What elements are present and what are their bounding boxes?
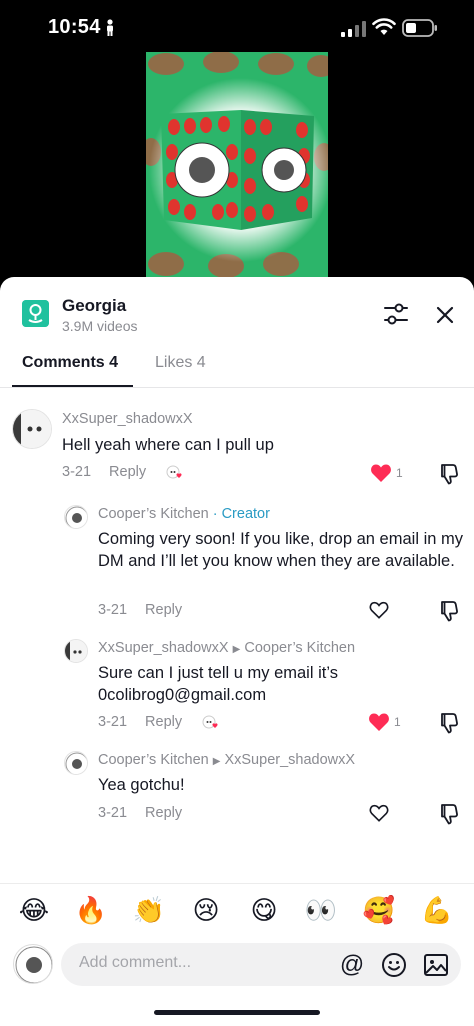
dislike-icon[interactable] xyxy=(438,803,458,825)
comment-text: Yea gotchu! xyxy=(98,776,185,794)
reply-button[interactable]: Reply xyxy=(145,602,182,618)
emoji-muscle[interactable]: 💪 xyxy=(420,896,454,926)
comment-date: 3-21 xyxy=(62,464,92,480)
battery-icon xyxy=(402,19,437,37)
filter-icon[interactable] xyxy=(383,302,409,326)
creator-badge: · Creator xyxy=(208,506,270,522)
reply-arrow-icon: ▶ xyxy=(212,756,221,767)
comment-input[interactable] xyxy=(79,954,329,972)
emoji-fire[interactable]: 🔥 xyxy=(74,896,108,926)
emoji-laughing[interactable]: 😂 xyxy=(17,896,51,926)
status-bar: 10:54 xyxy=(0,0,474,52)
reply-author[interactable]: XxSuper_shadowxX xyxy=(98,640,229,656)
strawberry-box-image xyxy=(146,52,328,277)
like-heart-outline-icon[interactable] xyxy=(369,803,389,823)
avatar[interactable] xyxy=(64,639,88,663)
tab-likes[interactable]: Likes 4 xyxy=(155,354,206,372)
reply-button[interactable]: Reply xyxy=(145,714,182,730)
like-heart-icon[interactable] xyxy=(368,712,390,732)
like-count: 1 xyxy=(396,466,403,480)
comment-date: 3-21 xyxy=(98,714,128,730)
like-heart-icon[interactable] xyxy=(370,463,392,483)
reply-button[interactable]: Reply xyxy=(145,805,182,821)
reply-arrow-icon: ▶ xyxy=(232,644,241,655)
location-pin-icon xyxy=(22,300,49,327)
emoji-clap[interactable]: 👏 xyxy=(132,896,166,926)
comment-username[interactable]: XxSuper_shadowxX ▶ Cooper’s Kitchen xyxy=(98,640,355,656)
dislike-icon[interactable] xyxy=(438,463,458,485)
reply-target[interactable]: Cooper’s Kitchen xyxy=(244,640,355,656)
like-count: 1 xyxy=(394,715,401,729)
emoji-yum[interactable]: 😋 xyxy=(247,896,281,926)
status-time: 10:54 xyxy=(48,16,101,38)
image-upload-icon[interactable] xyxy=(423,952,449,978)
comment-username[interactable]: XxSuper_shadowxX xyxy=(62,411,193,427)
comment-date: 3-21 xyxy=(98,805,128,821)
location-title: Georgia xyxy=(62,296,127,315)
signal-icon xyxy=(341,21,366,37)
comment-text: Coming very soon! If you like, drop an e… xyxy=(98,530,463,570)
emoji-picker-icon[interactable] xyxy=(381,952,407,978)
video-player[interactable] xyxy=(0,52,474,277)
home-indicator[interactable] xyxy=(154,1010,320,1015)
like-heart-outline-icon[interactable] xyxy=(369,600,389,620)
creator-liked-icon xyxy=(166,465,182,479)
comment-input-pill[interactable]: @ xyxy=(61,943,461,986)
comment-item: XxSuper_shadowxX Hell yeah where can I p… xyxy=(0,405,474,495)
emoji-heart-face[interactable]: 🥰 xyxy=(362,896,396,926)
comment-composer: @ xyxy=(0,941,474,991)
comment-item: Cooper’s Kitchen · Creator Coming very s… xyxy=(0,501,474,622)
video-thumbnail[interactable] xyxy=(146,52,328,277)
tab-comments[interactable]: Comments 4 xyxy=(22,354,118,372)
comment-meta: 3-21 Reply xyxy=(98,805,182,821)
comments-sheet: Georgia 3.9M videos Comments 4 Likes 4 X… xyxy=(0,277,474,1026)
avatar[interactable] xyxy=(64,505,88,529)
wifi-icon xyxy=(372,18,396,35)
comment-date: 3-21 xyxy=(98,602,128,618)
creator-liked-icon xyxy=(202,715,218,729)
emoji-eyes[interactable]: 👀 xyxy=(304,896,338,926)
location-video-count: 3.9M videos xyxy=(62,318,138,334)
comment-username[interactable]: Cooper’s Kitchen · Creator xyxy=(98,506,270,522)
dislike-icon[interactable] xyxy=(438,712,458,734)
comment-meta: 3-21 Reply xyxy=(62,464,146,480)
reply-button[interactable]: Reply xyxy=(109,464,146,480)
reply-target[interactable]: XxSuper_shadowxX xyxy=(224,752,355,768)
person-icon xyxy=(107,19,113,36)
close-icon[interactable] xyxy=(434,304,456,326)
emoji-quick-bar: 😂 🔥 👏 😢 😋 👀 🥰 💪 xyxy=(0,883,474,941)
comment-meta: 3-21 Reply xyxy=(98,714,182,730)
comment-meta: 3-21 Reply xyxy=(98,602,182,618)
mention-icon[interactable]: @ xyxy=(339,952,365,978)
emoji-crying[interactable]: 😢 xyxy=(189,896,223,926)
comment-username[interactable]: Cooper’s Kitchen ▶ XxSuper_shadowxX xyxy=(98,752,355,768)
location-header[interactable]: Georgia 3.9M videos xyxy=(0,277,474,347)
tab-bar: Comments 4 Likes 4 xyxy=(0,347,474,388)
avatar[interactable] xyxy=(64,751,88,775)
comment-item: XxSuper_shadowxX ▶ Cooper’s Kitchen Sure… xyxy=(0,635,474,735)
avatar[interactable] xyxy=(12,409,52,449)
creator-name[interactable]: Cooper’s Kitchen xyxy=(98,506,209,522)
comment-text: Hell yeah where can I pull up xyxy=(62,436,274,454)
comment-text: Sure can I just tell u my email it’s 0co… xyxy=(98,664,338,704)
tab-active-indicator xyxy=(12,385,133,387)
reply-author[interactable]: Cooper’s Kitchen xyxy=(98,752,209,768)
my-avatar[interactable] xyxy=(13,944,53,984)
dislike-icon[interactable] xyxy=(438,600,458,622)
comment-item: Cooper’s Kitchen ▶ XxSuper_shadowxX Yea … xyxy=(0,747,474,827)
